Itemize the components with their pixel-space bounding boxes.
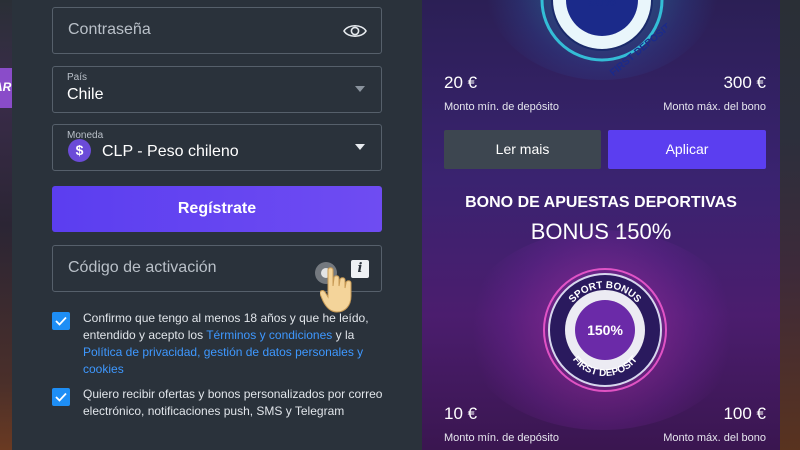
chevron-down-icon	[355, 86, 365, 92]
country-select[interactable]: País Chile	[52, 66, 382, 113]
privacy-link[interactable]: Política de privacidad, gestión de datos…	[83, 345, 363, 376]
activation-code-placeholder: Código de activación	[68, 259, 217, 276]
eye-icon[interactable]	[343, 21, 367, 41]
sport-bonus-subtitle: BONUS 150%	[530, 219, 672, 244]
currency-value: CLP - Peso chileno	[102, 143, 239, 160]
password-placeholder: Contraseña	[68, 21, 151, 38]
sport-bonus-badge: SPORT BONUS 150% FIRST DEPOSIT	[543, 268, 667, 392]
checkmark-icon	[55, 392, 67, 402]
consent-age-checkbox[interactable]	[52, 312, 70, 330]
sport-min-amount: 10 €	[444, 404, 478, 423]
background-right-strip	[780, 0, 800, 450]
currency-label: Moneda	[67, 130, 104, 141]
sport-max-label: Monto máx. del bono	[663, 432, 766, 444]
terms-link[interactable]: Términos y condiciones	[206, 328, 332, 342]
country-value: Chile	[67, 86, 104, 103]
top-min-label: Monto mín. de depósito	[444, 101, 559, 113]
consent-age-text-part: y la	[332, 328, 355, 342]
consent-age-text: Confirmo que tengo al menos 18 años y qu…	[83, 310, 383, 378]
sport-min-label: Monto mín. de depósito	[444, 432, 559, 444]
country-label: País	[67, 72, 88, 83]
consent-marketing-checkbox[interactable]	[52, 388, 70, 406]
consent-marketing-text: Quiero recibir ofertas y bonos personali…	[83, 387, 383, 418]
bonus-panel: 50% FIRST DEPOSIT 20 € Monto mín. de dep…	[422, 0, 780, 450]
read-more-button[interactable]: Ler mais	[444, 130, 601, 169]
registration-form: Contraseña País Chile Moneda $ CLP - Pes…	[12, 0, 422, 450]
sport-badge-percent: 150%	[587, 322, 623, 338]
first-deposit-badge: 50% FIRST DEPOSIT	[540, 0, 667, 76]
sport-bonus-title: BONO DE APUESTAS DEPORTIVAS	[465, 194, 737, 211]
apply-button[interactable]: Aplicar	[608, 130, 766, 169]
sport-max-amount: 100 €	[723, 404, 766, 423]
top-min-amount: 20 €	[444, 73, 478, 92]
hand-pointer-icon	[320, 267, 352, 313]
chevron-down-icon	[355, 144, 365, 150]
background-banner-fragment: AR	[0, 68, 12, 108]
top-max-amount: 300 €	[723, 73, 766, 92]
dollar-icon: $	[68, 139, 91, 162]
top-max-label: Monto máx. del bono	[663, 101, 766, 113]
password-field[interactable]: Contraseña	[52, 7, 382, 54]
checkmark-icon	[55, 316, 67, 326]
register-button[interactable]: Regístrate	[52, 186, 382, 232]
currency-select[interactable]: Moneda $ CLP - Peso chileno	[52, 124, 382, 171]
top-badge-percent: 50%	[588, 0, 617, 9]
